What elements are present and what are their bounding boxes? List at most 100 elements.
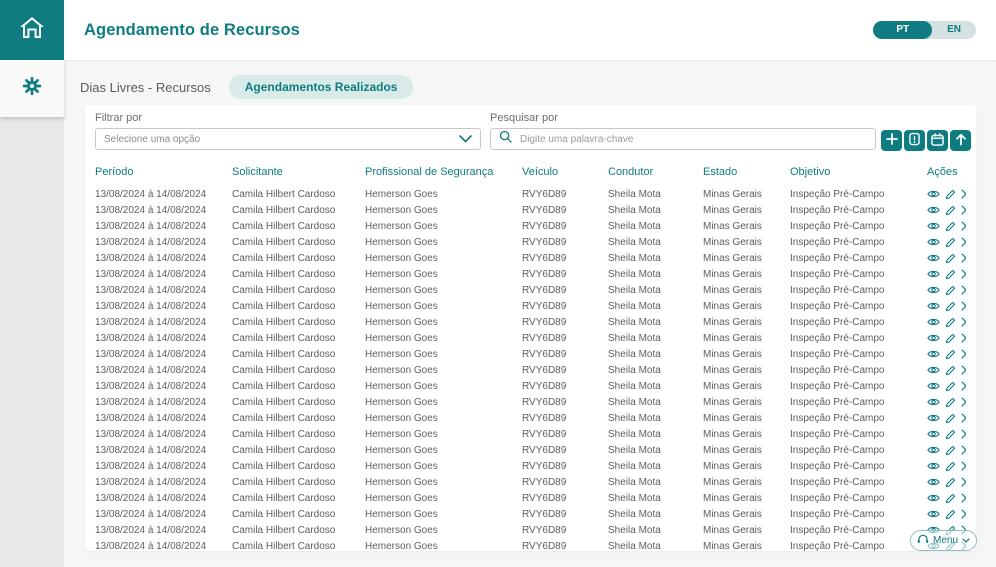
delete-icon[interactable]	[961, 301, 966, 311]
cell-estado: Minas Gerais	[703, 540, 762, 552]
view-icon[interactable]	[927, 429, 940, 439]
edit-icon[interactable]	[945, 445, 956, 456]
delete-icon[interactable]	[961, 477, 966, 487]
delete-icon[interactable]	[961, 429, 966, 439]
view-icon[interactable]	[927, 477, 940, 487]
cell-veiculo: RVY6D89	[522, 252, 567, 264]
sidebar-item-settings[interactable]	[0, 60, 64, 117]
delete-icon[interactable]	[961, 253, 966, 263]
upload-button[interactable]	[950, 130, 971, 151]
delete-icon[interactable]	[961, 333, 966, 343]
cell-periodo: 13/08/2024 à 14/08/2024	[95, 236, 207, 248]
view-icon[interactable]	[927, 205, 940, 215]
view-icon[interactable]	[927, 333, 940, 343]
edit-icon[interactable]	[945, 365, 956, 376]
delete-icon[interactable]	[961, 221, 966, 231]
delete-icon[interactable]	[961, 189, 966, 199]
language-toggle[interactable]: PT EN	[873, 21, 976, 39]
language-option-en[interactable]: EN	[932, 21, 976, 39]
edit-icon[interactable]	[945, 205, 956, 216]
edit-icon[interactable]	[945, 189, 956, 200]
edit-icon[interactable]	[945, 221, 956, 232]
view-icon[interactable]	[927, 189, 940, 199]
add-button[interactable]	[881, 130, 902, 151]
cell-objetivo: Inspeção Pré-Campo	[790, 444, 885, 456]
delete-icon[interactable]	[961, 413, 966, 423]
edit-icon[interactable]	[945, 333, 956, 344]
edit-icon[interactable]	[945, 429, 956, 440]
edit-icon[interactable]	[945, 301, 956, 312]
delete-icon[interactable]	[961, 509, 966, 519]
table-row: 13/08/2024 à 14/08/2024 Camila Hilbert C…	[95, 266, 966, 282]
cell-estado: Minas Gerais	[703, 332, 762, 344]
language-option-pt[interactable]: PT	[873, 21, 933, 39]
cell-objetivo: Inspeção Pré-Campo	[790, 236, 885, 248]
edit-icon[interactable]	[945, 349, 956, 360]
view-icon[interactable]	[927, 253, 940, 263]
gear-icon	[22, 76, 42, 101]
delete-icon[interactable]	[961, 205, 966, 215]
edit-icon[interactable]	[945, 253, 956, 264]
delete-icon[interactable]	[961, 269, 966, 279]
cell-periodo: 13/08/2024 à 14/08/2024	[95, 332, 207, 344]
view-icon[interactable]	[927, 221, 940, 231]
edit-icon[interactable]	[945, 285, 956, 296]
delete-icon[interactable]	[961, 397, 966, 407]
delete-icon[interactable]	[961, 237, 966, 247]
view-icon[interactable]	[927, 365, 940, 375]
cell-acoes	[927, 285, 966, 296]
filter-select[interactable]: Selecione uma opção	[95, 128, 481, 150]
view-icon[interactable]	[927, 349, 940, 359]
view-icon[interactable]	[927, 445, 940, 455]
delete-icon[interactable]	[961, 381, 966, 391]
delete-icon[interactable]	[961, 365, 966, 375]
edit-icon[interactable]	[945, 493, 956, 504]
edit-icon[interactable]	[945, 269, 956, 280]
edit-icon[interactable]	[945, 381, 956, 392]
edit-icon[interactable]	[945, 461, 956, 472]
sidebar-item-home[interactable]	[0, 0, 64, 60]
view-icon[interactable]	[927, 509, 940, 519]
cell-objetivo: Inspeção Pré-Campo	[790, 428, 885, 440]
cell-solicitante: Camila Hilbert Cardoso	[232, 204, 336, 216]
cell-periodo: 13/08/2024 à 14/08/2024	[95, 492, 207, 504]
tab-dias-livres[interactable]: Dias Livres - Recursos	[80, 80, 211, 95]
tab-agendamentos-realizados[interactable]: Agendamentos Realizados	[228, 75, 414, 99]
delete-icon[interactable]	[961, 445, 966, 455]
cell-periodo: 13/08/2024 à 14/08/2024	[95, 220, 207, 232]
report-button[interactable]	[904, 130, 925, 151]
cell-estado: Minas Gerais	[703, 284, 762, 296]
view-icon[interactable]	[927, 493, 940, 503]
chevron-down-icon	[459, 130, 472, 148]
view-icon[interactable]	[927, 269, 940, 279]
edit-icon[interactable]	[945, 397, 956, 408]
cell-profissional: Hemerson Goes	[365, 428, 438, 440]
view-icon[interactable]	[927, 413, 940, 423]
view-icon[interactable]	[927, 285, 940, 295]
view-icon[interactable]	[927, 301, 940, 311]
cell-periodo: 13/08/2024 à 14/08/2024	[95, 460, 207, 472]
cell-profissional: Hemerson Goes	[365, 252, 438, 264]
calendar-button[interactable]	[927, 130, 948, 151]
view-icon[interactable]	[927, 237, 940, 247]
delete-icon[interactable]	[961, 285, 966, 295]
edit-icon[interactable]	[945, 477, 956, 488]
search-input[interactable]	[518, 132, 867, 146]
view-icon[interactable]	[927, 381, 940, 391]
delete-icon[interactable]	[961, 317, 966, 327]
delete-icon[interactable]	[961, 493, 966, 503]
floating-menu-button[interactable]: Menu	[910, 530, 977, 551]
edit-icon[interactable]	[945, 413, 956, 424]
view-icon[interactable]	[927, 461, 940, 471]
cell-periodo: 13/08/2024 à 14/08/2024	[95, 268, 207, 280]
delete-icon[interactable]	[961, 461, 966, 471]
edit-icon[interactable]	[945, 509, 956, 520]
view-icon[interactable]	[927, 317, 940, 327]
cell-acoes	[927, 445, 966, 456]
delete-icon[interactable]	[961, 349, 966, 359]
edit-icon[interactable]	[945, 317, 956, 328]
view-icon[interactable]	[927, 397, 940, 407]
floating-menu-label: Menu	[932, 535, 958, 546]
edit-icon[interactable]	[945, 237, 956, 248]
table-row: 13/08/2024 à 14/08/2024 Camila Hilbert C…	[95, 394, 966, 410]
